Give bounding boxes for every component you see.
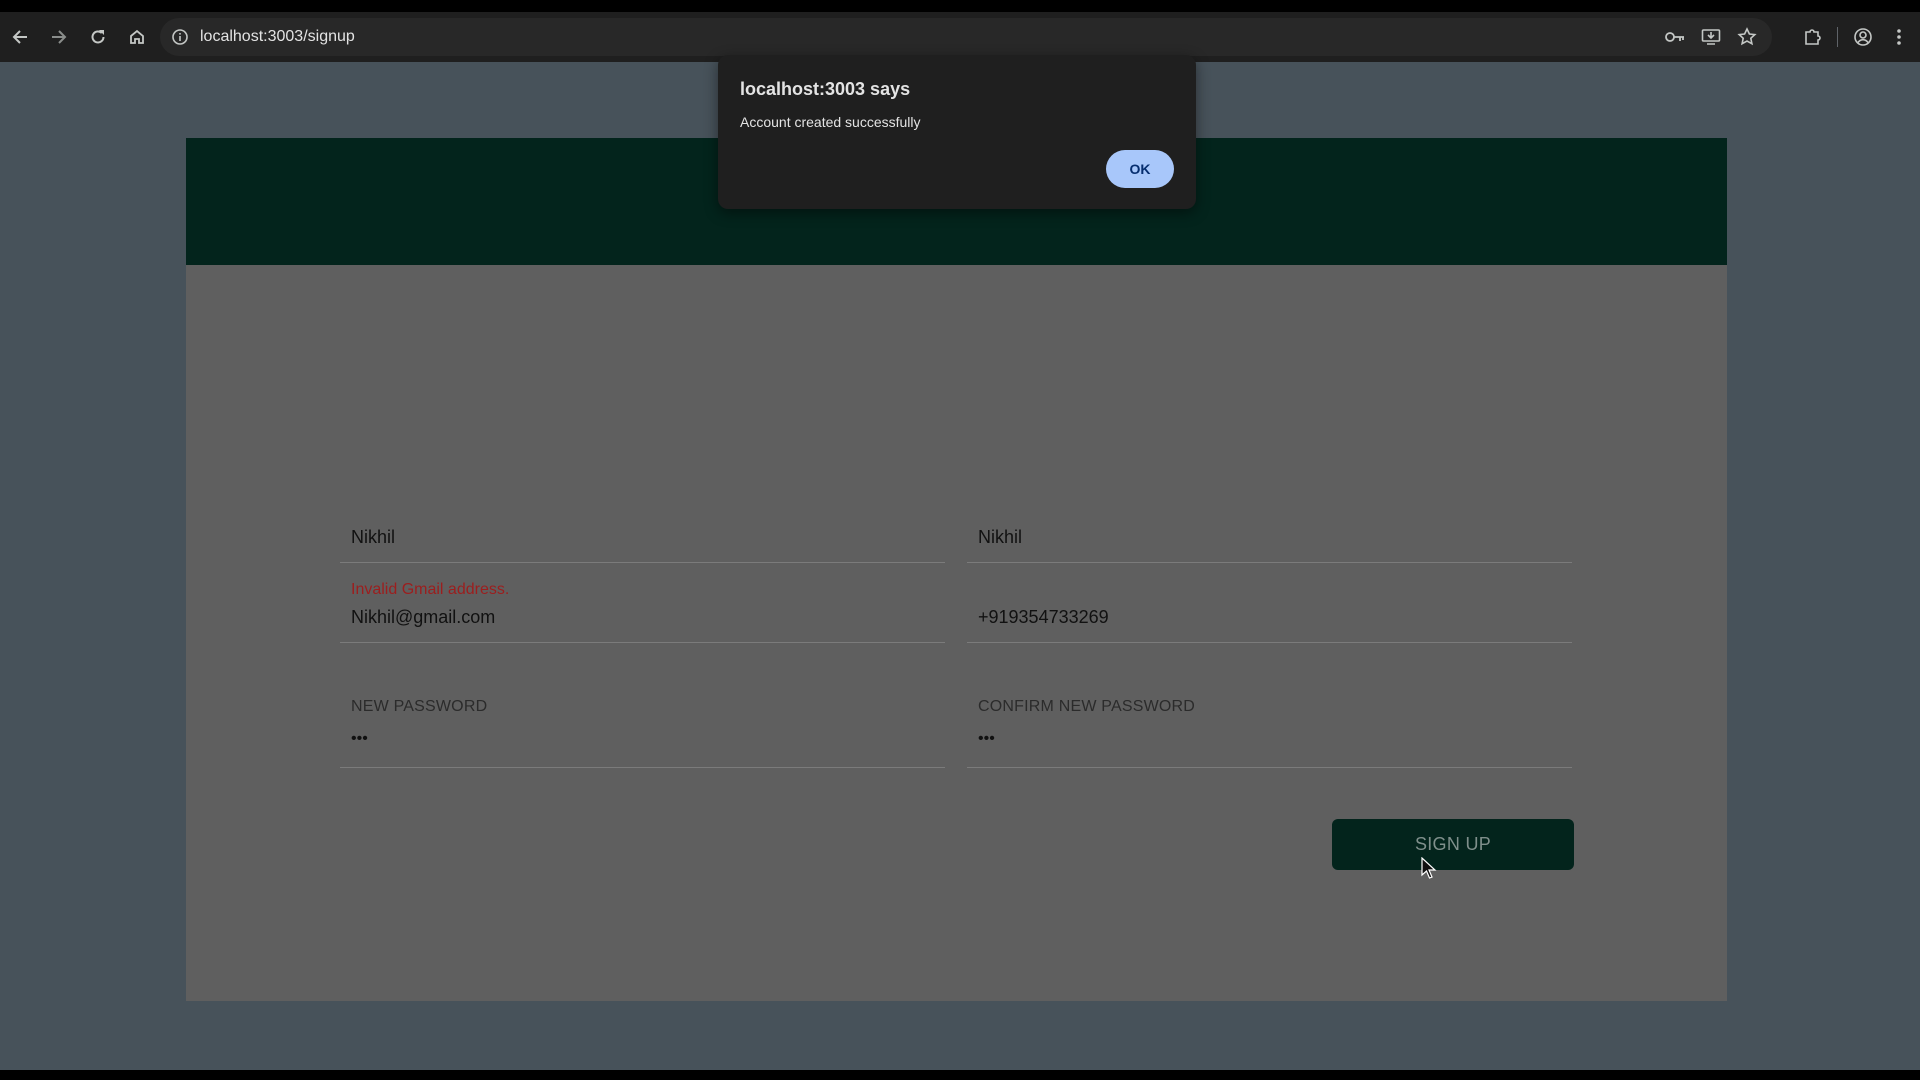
reload-button[interactable] [79, 18, 117, 56]
new-password-field[interactable]: NEW PASSWORD ••• [340, 698, 945, 768]
forward-button[interactable] [40, 18, 78, 56]
install-app-icon[interactable] [1700, 26, 1722, 48]
extensions-puzzle-icon[interactable] [1801, 26, 1823, 48]
first-name-field[interactable]: Nikhil [340, 512, 945, 563]
first-name-value: Nikhil [351, 527, 396, 547]
new-password-value: ••• [351, 730, 368, 747]
dialog-message: Account created successfully [740, 114, 921, 130]
window-bottom-edge [0, 1070, 1920, 1080]
more-menu-icon[interactable] [1888, 26, 1910, 48]
confirm-password-label: CONFIRM NEW PASSWORD [978, 698, 1196, 715]
signup-button[interactable]: SIGN UP [1332, 819, 1574, 870]
signup-card: Create New Account Nikhil Nikhil Nikhil@… [186, 138, 1727, 1001]
last-name-value: Nikhil [978, 527, 1023, 547]
page-viewport: Create New Account Nikhil Nikhil Nikhil@… [0, 62, 1920, 1070]
home-icon [130, 29, 144, 44]
home-button[interactable] [118, 18, 156, 56]
bookmark-star-icon[interactable] [1736, 26, 1758, 48]
mouse-cursor-icon [1421, 857, 1437, 879]
back-arrow-icon [12, 30, 27, 44]
address-bar[interactable]: localhost:3003/signup [160, 18, 1772, 56]
email-field[interactable]: Nikhil@gmail.com [340, 592, 945, 643]
phone-field[interactable]: +919354733269 [967, 592, 1572, 643]
profile-avatar-icon[interactable] [1852, 26, 1874, 48]
password-key-icon[interactable] [1664, 26, 1686, 48]
email-value: Nikhil@gmail.com [351, 607, 496, 627]
confirm-password-value: ••• [978, 730, 995, 747]
site-info-icon[interactable] [170, 27, 190, 47]
url-text[interactable]: localhost:3003/signup [200, 28, 355, 46]
last-name-field[interactable]: Nikhil [967, 512, 1572, 563]
window-top-edge [0, 0, 1920, 12]
confirm-password-field[interactable]: CONFIRM NEW PASSWORD ••• [967, 698, 1572, 768]
toolbar-separator [1837, 27, 1838, 47]
forward-arrow-icon [52, 30, 67, 44]
email-error-message: Invalid Gmail address. [351, 581, 510, 598]
phone-value: +919354733269 [978, 607, 1109, 627]
reload-icon [91, 30, 105, 44]
new-password-label: NEW PASSWORD [351, 698, 488, 715]
back-button[interactable] [1, 18, 39, 56]
ok-button[interactable]: OK [1106, 150, 1174, 188]
dialog-title: localhost:3003 says [740, 79, 911, 99]
alert-dialog: localhost:3003 says Account created succ… [718, 55, 1196, 209]
